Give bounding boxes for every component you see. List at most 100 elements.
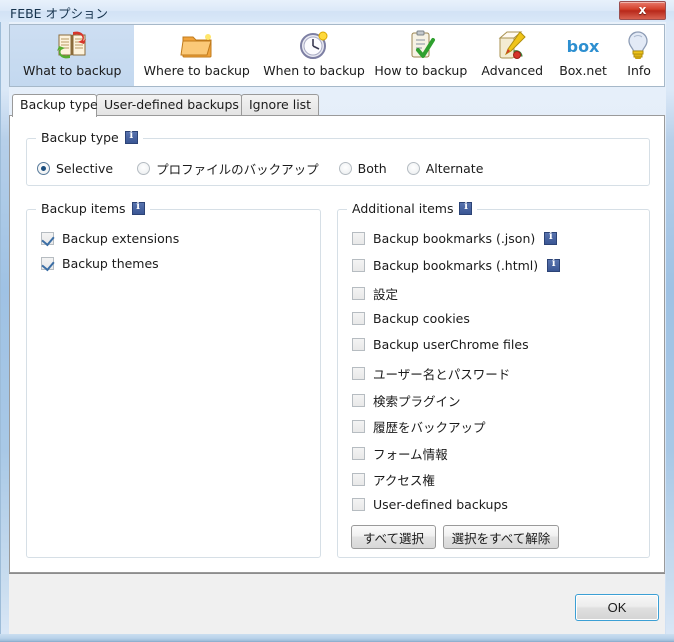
checkbox-label: Backup userChrome files [373, 337, 529, 353]
checkbox-label: User-defined backups [373, 497, 508, 512]
checkbox-indicator [352, 420, 365, 434]
checkbox-label: フォーム情報 [373, 446, 448, 462]
checkbox-indicator [352, 473, 365, 487]
checkbox-indicator [352, 258, 365, 272]
checkbox-label: Backup extensions [62, 231, 180, 246]
toolbar-item-where-to-backup[interactable]: Where to backup [134, 25, 258, 86]
checkbox-row[interactable]: Backup userChrome files [352, 337, 529, 352]
checkbox-label: Backup cookies [373, 310, 470, 326]
info-icon[interactable] [547, 258, 561, 272]
checkbox-row[interactable]: 検索プラグイン [352, 391, 461, 410]
checkbox-label: 履歴をバックアップ [373, 420, 486, 436]
checkbox-row[interactable]: フォーム情報 [352, 444, 448, 463]
close-button[interactable]: x [619, 1, 666, 20]
toolbar-item-label: Info [627, 63, 651, 78]
tab-strip: Backup type User-defined backups Ignore li… [9, 94, 665, 117]
backup-type-legend: Backup type [36, 130, 143, 145]
ok-button[interactable]: OK [575, 594, 659, 621]
clock-icon [297, 28, 331, 62]
radio-indicator [338, 162, 352, 175]
backup-items-legend: Backup items [36, 201, 150, 216]
checkbox-row[interactable]: Backup cookies [352, 311, 470, 326]
info-icon[interactable] [544, 231, 558, 245]
checkbox-indicator [352, 498, 365, 511]
toolbar-item-when-to-backup[interactable]: When to backup [259, 25, 369, 86]
radio-profile-backup[interactable]: プロファイルのバックアップ [137, 159, 319, 178]
paint-tools-icon [495, 28, 529, 62]
toolbar-item-label: Where to backup [143, 63, 250, 78]
radio-indicator [137, 162, 151, 175]
dialog-footer: OK [9, 573, 665, 634]
checkbox-row[interactable]: アクセス権 [352, 470, 435, 489]
toolbar-item-what-to-backup[interactable]: What to backup [10, 25, 135, 86]
additional-items-groupbox: Additional items Backup bookmarks (.json… [337, 201, 650, 558]
checkbox-label: ユーザー名とパスワード [373, 367, 511, 382]
info-icon[interactable] [124, 130, 138, 144]
box-logo-icon: box [566, 28, 600, 62]
checkbox-row[interactable]: Backup themes [41, 256, 159, 271]
lightbulb-icon [622, 28, 656, 62]
backup-type-radio-group: Selective プロファイルのバックアップ Both Alternate [37, 159, 483, 178]
toolbar-item-label: Advanced [481, 63, 544, 78]
checkbox-label: Backup themes [62, 256, 159, 271]
toolbar-item-label: What to backup [22, 63, 122, 78]
toolbar-item-label: Box.net [559, 63, 607, 78]
toolbar-item-advanced[interactable]: Advanced [473, 25, 552, 86]
deselect-all-button[interactable]: 選択をすべて解除 [443, 525, 559, 549]
tab-ignore-list[interactable]: Ignore list [241, 94, 319, 116]
toolbar-item-box-net[interactable]: box Box.net [552, 25, 614, 86]
select-all-button[interactable]: すべて選択 [351, 525, 436, 549]
checkbox-indicator [352, 287, 365, 301]
book-backup-icon [55, 28, 89, 62]
radio-label: プロファイルのバックアップ [156, 162, 319, 177]
checkbox-row[interactable]: Backup bookmarks (.json) [352, 231, 558, 246]
window-frame-right [666, 0, 674, 642]
radio-label: Alternate [425, 161, 484, 176]
checkbox-indicator [41, 232, 54, 245]
checkbox-row[interactable]: 設定 [352, 284, 398, 303]
checkbox-indicator [352, 367, 365, 380]
checkbox-label: アクセス権 [373, 473, 435, 489]
tab-user-defined-backups[interactable]: User-defined backups [96, 94, 242, 116]
radio-both[interactable]: Both [338, 161, 387, 176]
tab-panel-backup-type: Backup type Selective プロファイルのバックアップ Both Al… [9, 115, 665, 573]
window-title: FEBE オプション [10, 6, 109, 21]
checkbox-label: Backup bookmarks (.json) [373, 231, 536, 246]
additional-items-legend-text: Additional items [352, 201, 454, 216]
radio-selective[interactable]: Selective [37, 161, 113, 176]
checkbox-row[interactable]: ユーザー名とパスワード [352, 364, 510, 383]
checkbox-indicator [352, 393, 365, 407]
radio-label: Both [357, 161, 387, 176]
checkbox-row[interactable]: Backup bookmarks (.html) [352, 257, 561, 273]
checkbox-label: Backup bookmarks (.html) [373, 257, 539, 273]
backup-type-groupbox: Backup type Selective プロファイルのバックアップ Both Al… [26, 130, 650, 186]
checkbox-indicator [41, 257, 54, 270]
checkbox-indicator [352, 232, 365, 245]
info-icon[interactable] [131, 201, 145, 215]
toolbar-item-info[interactable]: Info [614, 25, 664, 86]
checkbox-row[interactable]: Backup extensions [41, 231, 179, 246]
folder-icon [180, 28, 214, 62]
checkbox-indicator [352, 311, 365, 325]
radio-indicator [37, 162, 50, 175]
svg-text:box: box [567, 37, 600, 56]
title-bar: FEBE オプション x [0, 0, 674, 22]
close-icon: x [638, 3, 647, 17]
clipboard-check-icon [404, 28, 438, 62]
checkbox-row[interactable]: User-defined backups [352, 497, 508, 512]
radio-label: Selective [56, 161, 114, 176]
toolbar-item-how-to-backup[interactable]: How to backup [369, 25, 472, 86]
tab-backup-type[interactable]: Backup type [12, 94, 98, 117]
checkbox-row[interactable]: 履歴をバックアップ [352, 417, 486, 436]
toolbar-item-label: When to backup [263, 63, 365, 78]
radio-alternate[interactable]: Alternate [406, 161, 484, 176]
backup-items-groupbox: Backup items Backup extensions Backup the… [26, 201, 321, 558]
backup-type-legend-text: Backup type [41, 130, 119, 145]
additional-items-legend: Additional items [347, 201, 478, 216]
radio-indicator [406, 162, 420, 175]
info-icon[interactable] [459, 201, 473, 215]
main-toolbar: What to backup Where to backup When to b… [9, 24, 665, 87]
checkbox-label: 検索プラグイン [373, 393, 461, 409]
checkbox-indicator [352, 338, 365, 352]
toolbar-item-label: How to backup [374, 63, 468, 78]
